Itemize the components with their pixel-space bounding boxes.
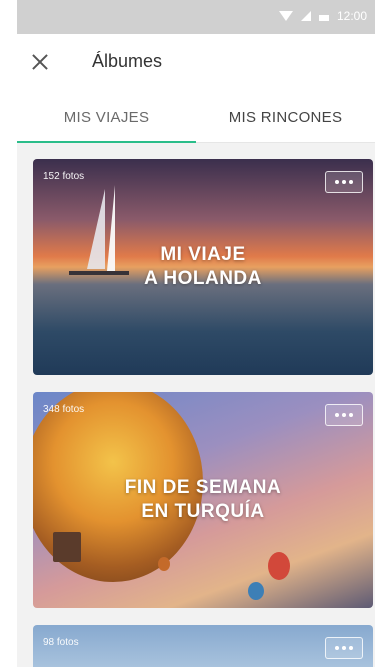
more-options-icon (335, 646, 339, 650)
album-tabs: MIS VIAJES MIS RINCONES (17, 92, 375, 143)
hot-air-balloon-image (53, 532, 81, 562)
signal-icon (300, 11, 311, 21)
album-card-turquia[interactable]: 348 fotos FIN DE SEMANA EN TURQUÍA (33, 392, 373, 608)
more-options-icon (349, 646, 353, 650)
more-options-icon (342, 180, 346, 184)
status-time: 12:00 (336, 9, 367, 23)
close-icon[interactable] (30, 52, 50, 72)
hot-air-balloon-image (158, 557, 170, 571)
album-title: MI VIAJE A HOLANDA (33, 243, 373, 291)
battery-icon (318, 15, 329, 21)
album-title-line-2: EN TURQUÍA (141, 501, 265, 522)
app-screen: 12:00 Álbumes MIS VIAJES MIS RINCONES 15… (17, 0, 375, 667)
more-options-icon (335, 413, 339, 417)
tab-mis-rincones[interactable]: MIS RINCONES (196, 92, 375, 142)
album-title-line-2: A HOLANDA (144, 268, 262, 289)
hot-air-balloon-image (248, 582, 264, 600)
more-options-button[interactable] (325, 171, 363, 193)
tab-mis-viajes[interactable]: MIS VIAJES (17, 92, 196, 143)
more-options-icon (342, 646, 346, 650)
status-icons: 12:00 (278, 9, 367, 23)
hot-air-balloon-image (268, 552, 290, 580)
album-title-line-1: FIN DE SEMANA (124, 477, 282, 498)
status-bar: 12:00 (17, 0, 375, 34)
more-options-icon (349, 413, 353, 417)
photo-count: 98 fotos (43, 637, 79, 648)
more-options-icon (349, 180, 353, 184)
album-title-line-1: MI VIAJE (160, 244, 246, 265)
more-options-icon (342, 413, 346, 417)
more-options-icon (335, 180, 339, 184)
more-options-button[interactable] (325, 404, 363, 426)
album-title: FIN DE SEMANA EN TURQUÍA (33, 476, 373, 524)
album-card-holanda[interactable]: 152 fotos MI VIAJE A HOLANDA (33, 159, 373, 375)
album-card-3[interactable]: 98 fotos (33, 625, 373, 667)
app-bar: Álbumes (17, 34, 375, 92)
wifi-icon (278, 11, 293, 21)
photo-count: 348 fotos (43, 404, 85, 415)
more-options-button[interactable] (325, 637, 363, 659)
photo-count: 152 fotos (43, 171, 85, 182)
page-title: Álbumes (92, 51, 163, 71)
